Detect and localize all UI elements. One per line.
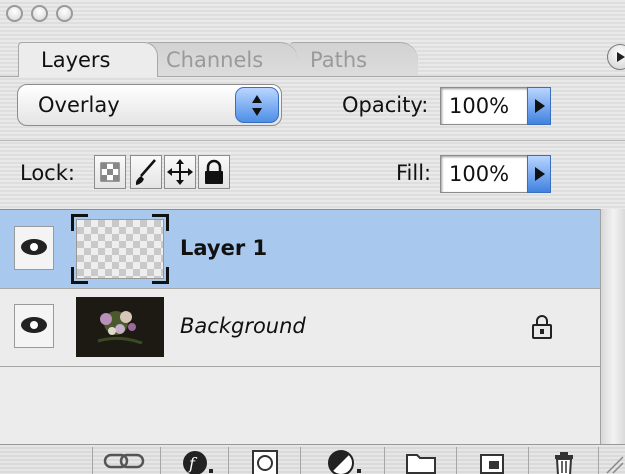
brush-icon	[135, 159, 156, 185]
layer-name: Layer 1	[180, 236, 268, 260]
layer-name: Background	[180, 314, 306, 338]
fill-slider-arrow-icon[interactable]	[527, 155, 551, 193]
opacity-label: Opacity:	[342, 93, 429, 117]
tab-paths-label: Paths	[310, 47, 368, 72]
title-bar	[0, 0, 625, 28]
close-window-button[interactable]	[6, 5, 23, 22]
tab-layers-label: Layers	[41, 48, 111, 72]
lock-icon	[530, 312, 554, 340]
blend-mode-stepper-icon[interactable]	[235, 87, 279, 123]
checkerboard-icon	[100, 162, 120, 182]
lock-all-button[interactable]	[198, 155, 230, 189]
opacity-field[interactable]: 100%	[440, 87, 528, 125]
add-layer-style-button[interactable]: f	[160, 447, 229, 474]
resize-grip[interactable]	[598, 447, 625, 474]
tab-channels-label: Channels	[166, 47, 264, 72]
minimize-window-button[interactable]	[31, 5, 48, 22]
tab-row: Paths Channels Layers	[0, 28, 625, 77]
flowers-thumbnail-image	[76, 297, 164, 357]
layer-style-icon: f	[183, 451, 213, 474]
layer-row-background[interactable]: Background	[0, 288, 600, 367]
bottom-toolbar: f	[0, 444, 625, 474]
layer-mask-icon	[252, 450, 278, 474]
link-layers-button[interactable]	[92, 447, 161, 474]
zoom-window-button[interactable]	[56, 5, 73, 22]
lock-icon	[205, 159, 223, 184]
opacity-slider-arrow-icon[interactable]	[527, 87, 551, 125]
group-folder-icon	[406, 454, 436, 474]
new-layer-button[interactable]	[456, 447, 529, 474]
lock-image-pixels-button[interactable]	[130, 155, 162, 189]
move-arrows-icon	[167, 159, 193, 185]
tab-paths[interactable]: Paths	[290, 42, 418, 76]
adjustment-layer-icon	[328, 450, 361, 474]
eye-icon	[21, 239, 47, 255]
tab-channels[interactable]: Channels	[146, 42, 298, 76]
lock-label: Lock:	[20, 161, 75, 185]
layers-scrollbar[interactable]	[600, 209, 625, 444]
new-adjustment-layer-button[interactable]	[300, 447, 385, 474]
trash-icon	[555, 452, 573, 474]
layer-thumbnail	[71, 214, 169, 284]
eye-icon	[21, 317, 47, 333]
lock-position-button[interactable]	[164, 155, 196, 189]
tab-layers[interactable]: Layers	[18, 42, 158, 77]
panel-menu-icon[interactable]	[607, 44, 625, 70]
fill-label: Fill:	[396, 161, 432, 185]
layer-row-layer-1[interactable]: Layer 1	[0, 210, 600, 289]
resize-grip-icon	[606, 456, 624, 474]
new-layer-icon	[480, 454, 504, 474]
new-group-button[interactable]	[384, 447, 457, 474]
blend-mode-value: Overlay	[38, 93, 120, 117]
link-icon	[103, 453, 145, 469]
delete-layer-button[interactable]	[528, 447, 599, 474]
visibility-toggle[interactable]	[14, 304, 54, 348]
fill-field[interactable]: 100%	[440, 155, 528, 193]
divider	[0, 140, 625, 141]
layer-thumbnail	[76, 297, 164, 357]
layers-panel: Paths Channels Layers Overlay Opacity: 1…	[0, 0, 625, 474]
layers-list: Layer 1 Background	[0, 209, 600, 445]
visibility-toggle[interactable]	[14, 226, 54, 270]
lock-transparent-pixels-button[interactable]	[94, 155, 126, 189]
add-layer-mask-button[interactable]	[228, 447, 301, 474]
blend-mode-select[interactable]: Overlay	[17, 84, 282, 126]
